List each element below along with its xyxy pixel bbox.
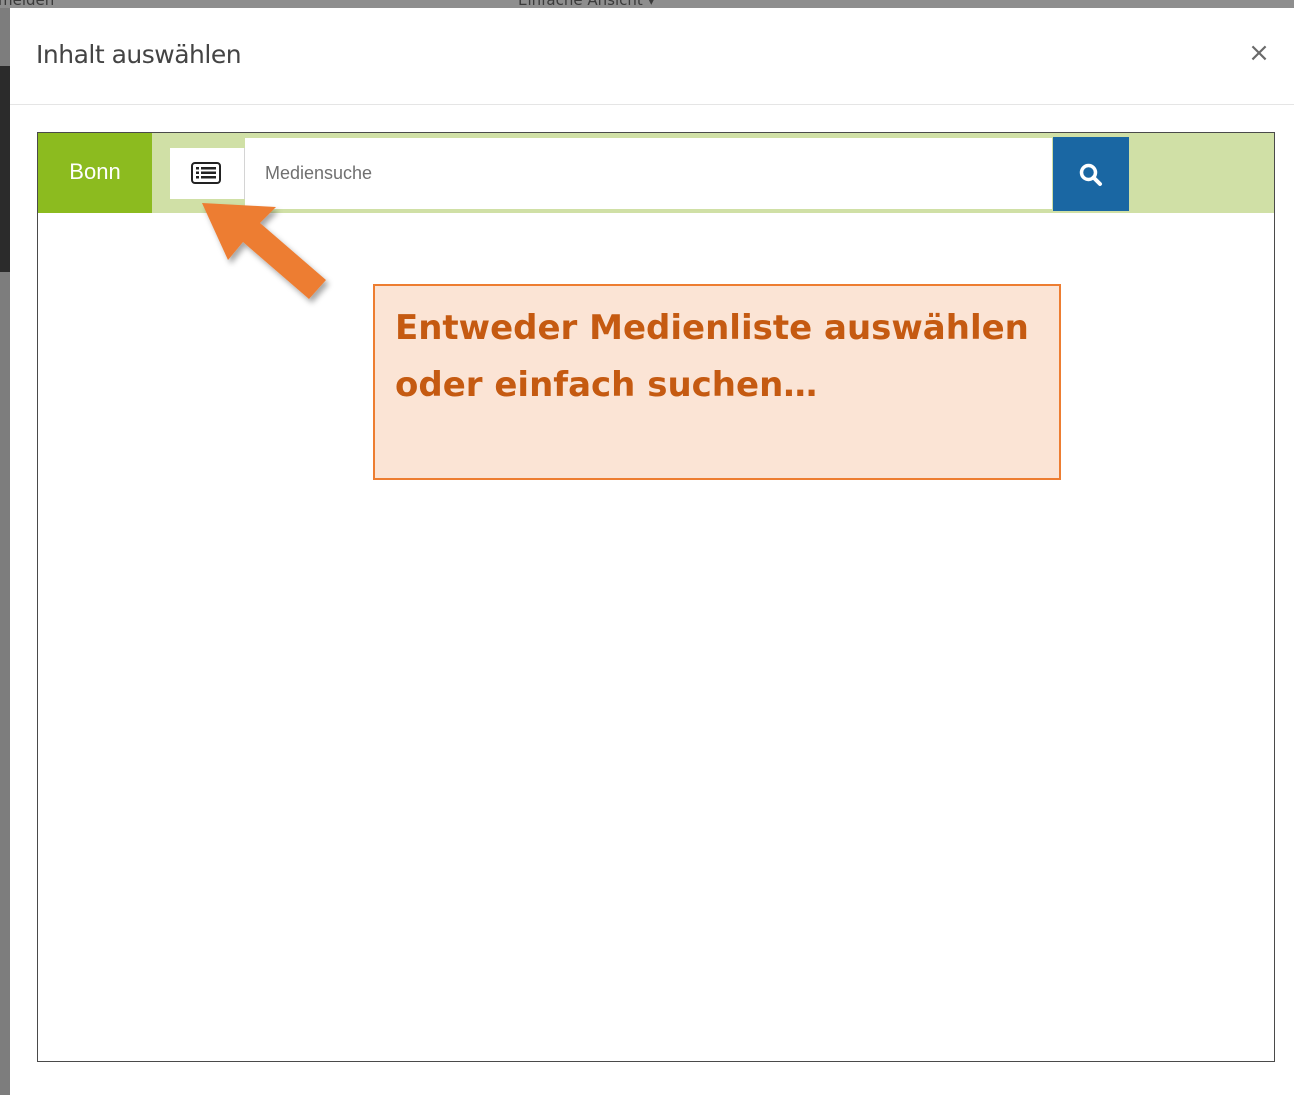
list-icon: [191, 162, 221, 184]
background-link: melden: [0, 0, 54, 8]
annotation-callout: Entweder Medienliste auswählen oder einf…: [373, 284, 1061, 480]
location-button[interactable]: Bonn: [38, 133, 152, 213]
search-button[interactable]: [1053, 137, 1129, 211]
media-search-input[interactable]: [245, 138, 1052, 209]
modal-header: Inhalt auswählen ×: [10, 8, 1294, 105]
search-icon: [1079, 163, 1102, 186]
close-button[interactable]: ×: [1248, 40, 1270, 66]
background-view-dropdown: Einfache Ansicht ▾: [518, 0, 655, 8]
annotation-text: Entweder Medienliste auswählen oder einf…: [395, 308, 1029, 405]
select-content-modal: Inhalt auswählen × Bonn: [10, 8, 1294, 1095]
background-topbar: melden Einfache Ansicht ▾: [0, 0, 1294, 8]
modal-title: Inhalt auswählen: [36, 40, 242, 69]
arrow-icon: [202, 203, 326, 299]
